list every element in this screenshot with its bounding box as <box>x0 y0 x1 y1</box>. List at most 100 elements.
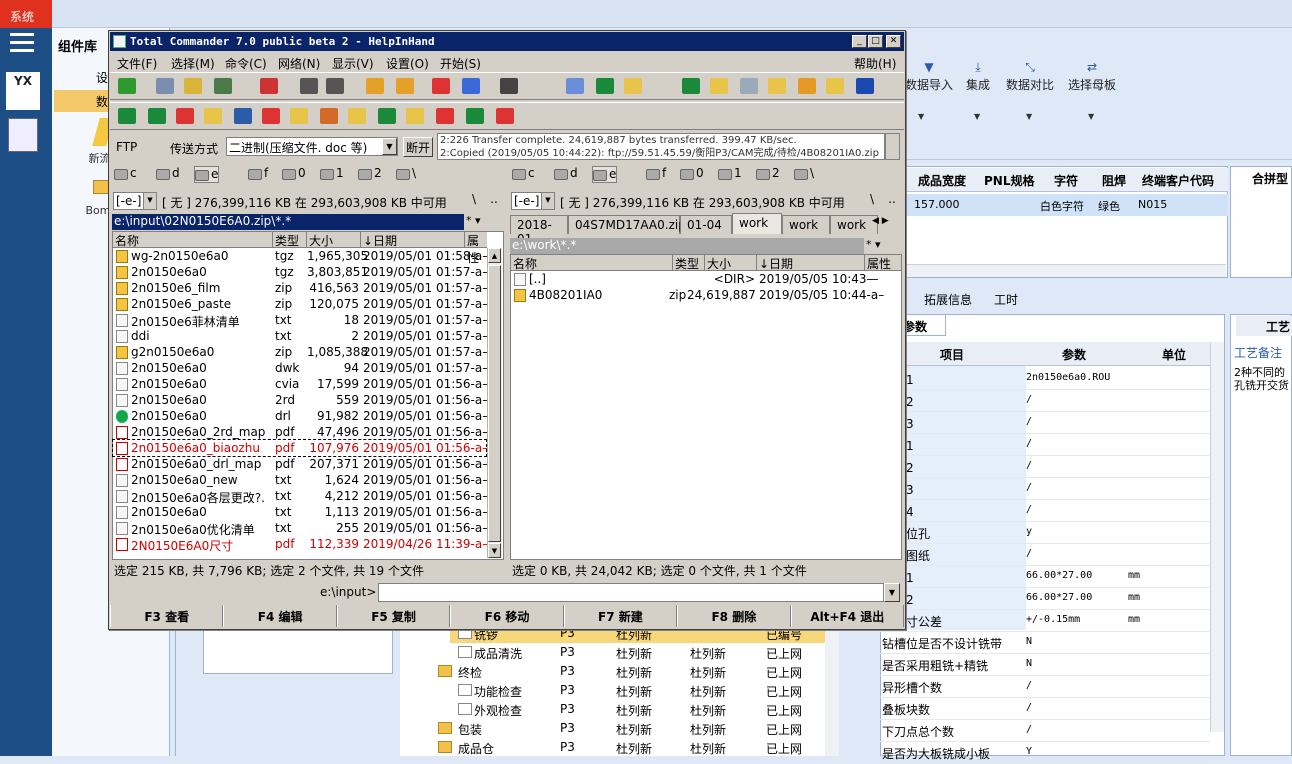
data-import-button[interactable]: ▼ 数据导入 <box>905 60 953 100</box>
drive-button-e[interactable]: e <box>194 166 220 183</box>
table-row[interactable]: 图纸4/ <box>880 500 1210 522</box>
table-row[interactable]: 图纸2/ <box>880 456 1210 478</box>
file-row[interactable]: 2n0150e6a0 cvia 17,599 2019/05/01 01:56-a– <box>113 376 488 392</box>
tree-row[interactable]: 成品清洗 P3 杜列新 杜列新 已上网 <box>410 643 825 662</box>
right-root-button[interactable]: \ <box>864 192 880 210</box>
invert-icon[interactable] <box>260 78 278 94</box>
left-parent-button[interactable]: .. <box>486 192 502 210</box>
param-value[interactable]: / <box>1026 438 1032 449</box>
param-value[interactable]: y <box>1026 526 1032 537</box>
table-row[interactable]: 板尺寸公差 +/-0.15mm mm <box>880 610 1210 632</box>
drive-button-2[interactable]: 2 <box>756 166 780 183</box>
col-date[interactable]: ↓日期 <box>361 232 465 248</box>
menu-view[interactable]: 显示(V) <box>332 55 374 72</box>
col-attr[interactable]: 属性 <box>465 232 487 265</box>
left-root-button[interactable]: \ <box>466 192 482 210</box>
param-value[interactable]: 66.00*27.00 <box>1026 592 1092 603</box>
drive-button-f[interactable]: f <box>646 166 666 183</box>
integrate-button[interactable]: ⤓ 集成 <box>962 60 994 100</box>
folder-icon[interactable] <box>204 108 222 124</box>
table-row[interactable]: 钻槽位是否不设计铣带 N <box>880 632 1210 654</box>
dropdown-caret-icon[interactable]: ▼ <box>1088 112 1094 121</box>
col-name[interactable]: 名称 <box>511 255 673 271</box>
excel-icon[interactable] <box>118 108 136 124</box>
menu-command[interactable]: 命令(C) <box>225 55 267 72</box>
tab-scroll-buttons[interactable]: ◀ ▶ <box>872 216 902 232</box>
col-size[interactable]: 大小 <box>705 255 757 271</box>
menu-start[interactable]: 开始(S) <box>440 55 481 72</box>
system-tab[interactable]: 系统 <box>0 0 52 28</box>
grid-header[interactable]: 合拼型 <box>1252 170 1288 187</box>
param-col-header[interactable]: 项目 <box>940 346 964 363</box>
calculator-icon[interactable] <box>8 118 38 152</box>
param-value[interactable]: / <box>1026 394 1032 405</box>
brief-view-icon[interactable] <box>156 78 174 94</box>
command-line-input[interactable] <box>378 583 884 602</box>
file-row[interactable]: ddi txt 2 2019/05/01 01:57-a– <box>113 328 488 344</box>
file-row[interactable]: 2N0150E6A0尺寸 pdf 112,339 2019/04/26 11:39-a… <box>113 536 488 553</box>
file-row[interactable]: 2n0150e6a0_biaozhu pdf 107,976 2019/05/01 0… <box>112 439 488 457</box>
table-row[interactable]: 图纸3/ <box>880 478 1210 500</box>
file-row[interactable]: 2n0150e6_paste zip 120,075 2019/05/01 01:57… <box>113 296 488 312</box>
drive-button-e[interactable]: e <box>592 166 618 183</box>
process-notes-text[interactable]: 2种不同的孔铣开交货 <box>1234 366 1290 392</box>
drive-button-0[interactable]: 0 <box>282 166 306 183</box>
dropdown-caret-icon[interactable]: ▼ <box>918 112 924 121</box>
param-value[interactable]: 66.00*27.00 <box>1026 570 1092 581</box>
file-row[interactable]: 4B08201IA0 zip 24,619,887 2019/05/05 10:44-… <box>511 287 900 303</box>
table-row[interactable]: 程序3/ <box>880 412 1210 434</box>
file-row[interactable]: [..] <DIR> 2019/05/05 10:43— <box>511 271 900 287</box>
param-value[interactable]: N <box>1026 658 1032 669</box>
param-value[interactable]: / <box>1026 548 1032 559</box>
folder-icon[interactable] <box>624 78 642 94</box>
folder-icon[interactable] <box>826 78 844 94</box>
right-path-bar[interactable]: e:\work\*.* <box>510 238 864 254</box>
tree-row[interactable]: 终检 P3 杜列新 杜列新 已上网 <box>410 662 825 681</box>
col-size[interactable]: 大小 <box>307 232 361 248</box>
fkey-button[interactable]: F8 删除 <box>677 605 791 627</box>
globe-icon[interactable] <box>856 78 874 94</box>
p-icon[interactable] <box>466 108 484 124</box>
left-drive-select[interactable]: [-e-] ▼ <box>113 192 157 210</box>
select-motherboard-button[interactable]: ⇄ 选择母板 <box>1066 60 1118 100</box>
scroll-up-icon[interactable]: ▲ <box>488 248 501 263</box>
file-row[interactable]: 2n0150e6a0_drl_map pdf 207,371 2019/05/01 0… <box>113 456 488 472</box>
pdf-icon[interactable] <box>262 108 280 124</box>
param-value[interactable]: / <box>1026 416 1032 427</box>
file-row[interactable]: 2n0150e6a0 dwk 94 2019/05/01 01:57-a– <box>113 360 488 376</box>
fkey-button[interactable]: F3 查看 <box>110 605 224 627</box>
param-value[interactable]: / <box>1026 724 1032 735</box>
table-row[interactable]: 异形槽个数 / <box>880 676 1210 698</box>
grid-header[interactable]: PNL规格 <box>984 172 1035 189</box>
drive-button-c[interactable]: c <box>512 166 535 183</box>
url-icon[interactable] <box>462 78 480 94</box>
parameter-scrollbar[interactable] <box>1210 342 1224 732</box>
chart-icon[interactable] <box>320 108 338 124</box>
folder-icon[interactable] <box>290 108 308 124</box>
music-icon[interactable] <box>798 78 816 94</box>
tree-row[interactable]: 包装 P3 杜列新 杜列新 已上网 <box>410 719 825 738</box>
fkey-button[interactable]: F7 新建 <box>563 605 678 627</box>
chevron-down-icon[interactable]: ▼ <box>541 193 554 209</box>
table-row[interactable]: 程序2/ <box>880 390 1210 412</box>
drive-button-c[interactable]: c <box>114 166 137 183</box>
table-row[interactable]: 露铜图纸 / <box>880 544 1210 566</box>
hamburger-menu-icon[interactable] <box>10 33 34 53</box>
folder-tab[interactable]: 01-04 <box>680 215 732 234</box>
calculator-icon[interactable] <box>566 78 584 94</box>
param-col-header[interactable]: 参数 <box>1062 346 1086 363</box>
drive-button-0[interactable]: 0 <box>680 166 704 183</box>
table-row[interactable]: 图纸1/ <box>880 434 1210 456</box>
file-row[interactable]: 2n0150e6a0_new txt 1,624 2019/05/01 01:56-a… <box>113 472 488 488</box>
folder-icon[interactable] <box>348 108 366 124</box>
pdf-icon[interactable] <box>496 108 514 124</box>
excel-icon[interactable] <box>682 78 700 94</box>
word-icon[interactable] <box>234 108 252 124</box>
file-row[interactable]: 2n0150e6a0 drl 91,982 2019/05/01 01:56-a– <box>113 408 488 424</box>
table-row[interactable]: 是否为大板铣成小板 Y <box>880 742 1210 764</box>
notepad-icon[interactable] <box>740 78 758 94</box>
excel-icon[interactable] <box>378 108 396 124</box>
folder-tab[interactable]: work <box>782 215 830 234</box>
table-row[interactable]: 尺寸166.00*27.00mm <box>880 566 1210 588</box>
fkey-button[interactable]: F6 移动 <box>450 605 564 627</box>
